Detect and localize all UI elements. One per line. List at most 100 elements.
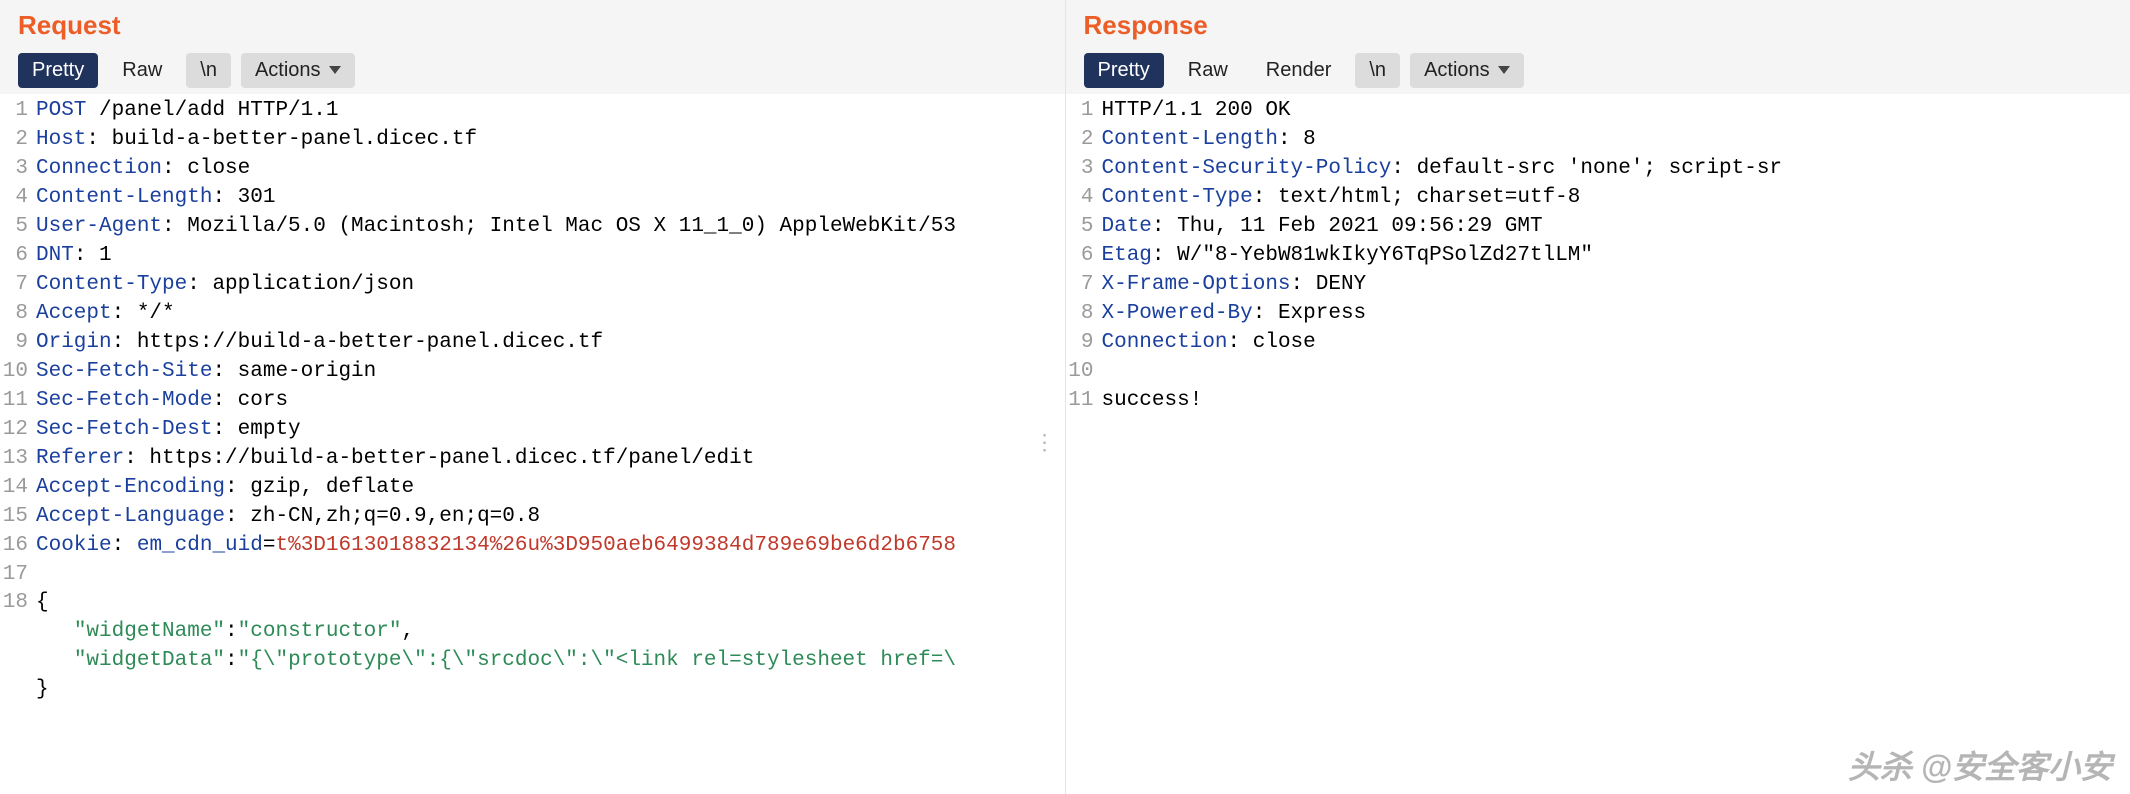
newline-toggle[interactable]: \n [1355,53,1400,88]
code-line[interactable]: 18{ [0,589,1065,618]
code-line[interactable]: 17 [0,561,1065,590]
line-content: Accept-Encoding: gzip, deflate [36,474,1065,503]
line-number: 10 [0,358,36,387]
code-line[interactable]: 4Content-Length: 301 [0,184,1065,213]
line-number: 15 [0,503,36,532]
line-number: 4 [0,184,36,213]
code-line[interactable]: 5Date: Thu, 11 Feb 2021 09:56:29 GMT [1066,213,2130,242]
code-line[interactable]: 1POST /panel/add HTTP/1.1 [0,97,1065,126]
newline-toggle[interactable]: \n [186,53,231,88]
line-content [1102,358,2130,387]
code-line[interactable]: 10Sec-Fetch-Site: same-origin [0,358,1065,387]
response-body[interactable]: 1HTTP/1.1 200 OK2Content-Length: 83Conte… [1066,94,2130,794]
code-line[interactable]: 11success! [1066,387,2130,416]
line-content: X-Frame-Options: DENY [1102,271,2130,300]
line-content: Content-Security-Policy: default-src 'no… [1102,155,2130,184]
code-line[interactable]: "widgetName":"constructor", [0,618,1065,647]
code-line[interactable]: 15Accept-Language: zh-CN,zh;q=0.9,en;q=0… [0,503,1065,532]
line-number: 13 [0,445,36,474]
line-number: 3 [0,155,36,184]
line-number: 3 [1066,155,1102,184]
line-number: 12 [0,416,36,445]
response-header: Response Pretty Raw Render \n Actions [1066,0,2130,94]
request-toolbar: Pretty Raw \n Actions [18,53,1047,88]
response-title: Response [1084,10,2113,41]
code-line[interactable]: 7Content-Type: application/json [0,271,1065,300]
line-number: 1 [0,97,36,126]
request-header: Request Pretty Raw \n Actions [0,0,1065,94]
line-content: Sec-Fetch-Dest: empty [36,416,1065,445]
line-content: Accept-Language: zh-CN,zh;q=0.9,en;q=0.8 [36,503,1065,532]
code-line[interactable]: 14Accept-Encoding: gzip, deflate [0,474,1065,503]
line-content: "widgetName":"constructor", [36,618,1065,647]
actions-label: Actions [1424,58,1490,82]
code-line[interactable]: 2Content-Length: 8 [1066,126,2130,155]
line-content: Connection: close [36,155,1065,184]
code-line[interactable]: 8Accept: */* [0,300,1065,329]
line-content: X-Powered-By: Express [1102,300,2130,329]
line-number: 5 [1066,213,1102,242]
line-content: Origin: https://build-a-better-panel.dic… [36,329,1065,358]
pretty-tab[interactable]: Pretty [18,53,98,88]
line-number: 11 [1066,387,1102,416]
line-number: 9 [1066,329,1102,358]
line-content: HTTP/1.1 200 OK [1102,97,2130,126]
line-content: User-Agent: Mozilla/5.0 (Macintosh; Inte… [36,213,1065,242]
code-line[interactable]: 12Sec-Fetch-Dest: empty [0,416,1065,445]
line-content: Accept: */* [36,300,1065,329]
line-number [0,618,36,647]
line-number [0,647,36,676]
code-line[interactable]: 11Sec-Fetch-Mode: cors [0,387,1065,416]
line-content: success! [1102,387,2130,416]
render-tab[interactable]: Render [1252,53,1346,88]
code-line[interactable]: 10 [1066,358,2130,387]
code-line[interactable]: 7X-Frame-Options: DENY [1066,271,2130,300]
code-line[interactable]: 13Referer: https://build-a-better-panel.… [0,445,1065,474]
line-number: 8 [1066,300,1102,329]
response-toolbar: Pretty Raw Render \n Actions [1084,53,2113,88]
code-line[interactable]: 3Connection: close [0,155,1065,184]
raw-tab[interactable]: Raw [1174,53,1242,88]
code-line[interactable]: 8X-Powered-By: Express [1066,300,2130,329]
line-number [0,676,36,705]
code-line[interactable]: 2Host: build-a-better-panel.dicec.tf [0,126,1065,155]
code-line[interactable]: "widgetData":"{\"prototype\":{\"srcdoc\"… [0,647,1065,676]
line-number: 10 [1066,358,1102,387]
line-number: 7 [0,271,36,300]
line-content: Content-Length: 301 [36,184,1065,213]
pretty-tab[interactable]: Pretty [1084,53,1164,88]
code-line[interactable]: 9Origin: https://build-a-better-panel.di… [0,329,1065,358]
chevron-down-icon [1498,66,1510,74]
actions-dropdown[interactable]: Actions [241,53,355,88]
line-content: Content-Length: 8 [1102,126,2130,155]
line-content: Host: build-a-better-panel.dicec.tf [36,126,1065,155]
line-number: 8 [0,300,36,329]
code-line[interactable]: 9Connection: close [1066,329,2130,358]
request-title: Request [18,10,1047,41]
code-line[interactable]: 4Content-Type: text/html; charset=utf-8 [1066,184,2130,213]
line-number: 5 [0,213,36,242]
code-line[interactable]: 1HTTP/1.1 200 OK [1066,97,2130,126]
code-line[interactable]: 6DNT: 1 [0,242,1065,271]
raw-tab[interactable]: Raw [108,53,176,88]
line-content: Etag: W/"8-YebW81wkIkyY6TqPSolZd27tlLM" [1102,242,2130,271]
line-content: Content-Type: text/html; charset=utf-8 [1102,184,2130,213]
code-line[interactable]: 16Cookie: em_cdn_uid=t%3D1613018832134%2… [0,532,1065,561]
code-line[interactable]: 5User-Agent: Mozilla/5.0 (Macintosh; Int… [0,213,1065,242]
line-number: 9 [0,329,36,358]
code-line[interactable]: } [0,676,1065,705]
code-line[interactable]: 6Etag: W/"8-YebW81wkIkyY6TqPSolZd27tlLM" [1066,242,2130,271]
line-content [36,561,1065,590]
more-icon[interactable]: ⋮ [1034,439,1057,450]
line-content: "widgetData":"{\"prototype\":{\"srcdoc\"… [36,647,1065,676]
line-content: Sec-Fetch-Mode: cors [36,387,1065,416]
request-body[interactable]: 1POST /panel/add HTTP/1.12Host: build-a-… [0,94,1065,794]
line-content: } [36,676,1065,705]
actions-dropdown[interactable]: Actions [1410,53,1524,88]
line-number: 18 [0,589,36,618]
line-number: 6 [0,242,36,271]
code-line[interactable]: 3Content-Security-Policy: default-src 'n… [1066,155,2130,184]
line-content: Cookie: em_cdn_uid=t%3D1613018832134%26u… [36,532,1065,561]
line-content: Sec-Fetch-Site: same-origin [36,358,1065,387]
line-content: Date: Thu, 11 Feb 2021 09:56:29 GMT [1102,213,2130,242]
